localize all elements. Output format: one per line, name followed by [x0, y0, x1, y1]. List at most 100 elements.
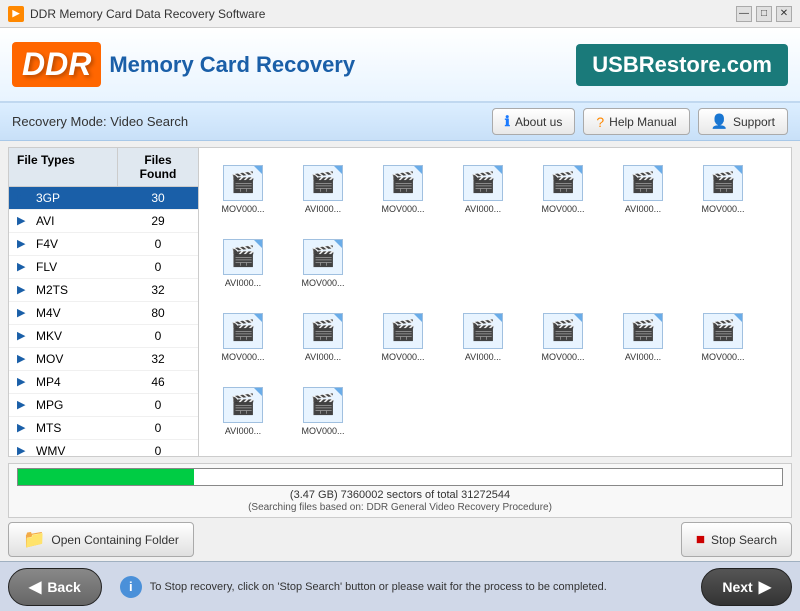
file-thumbnail: 🎬	[303, 165, 343, 201]
col2-header: Files Found	[118, 148, 198, 186]
file-item[interactable]: 🎬 MOV000...	[684, 153, 762, 225]
help-manual-button[interactable]: ? Help Manual	[583, 108, 689, 135]
file-item[interactable]: 🎬 AVI000...	[284, 301, 362, 373]
file-type-name: WMV	[36, 444, 65, 456]
video-file-icon: 🎬	[391, 170, 416, 195]
file-item[interactable]: 🎬 MOV000...	[364, 301, 442, 373]
file-type-row[interactable]: ▶ MOV 32	[9, 348, 198, 371]
file-item[interactable]: 🎬 MOV000...	[364, 153, 442, 225]
logo-text: Memory Card Recovery	[109, 52, 355, 78]
next-label: Next	[722, 579, 752, 595]
file-type-count: 30	[118, 187, 198, 209]
file-type-row[interactable]: ▶ MP4 46	[9, 371, 198, 394]
titlebar-controls: — □ ✕	[736, 6, 792, 22]
file-item[interactable]: 🎬 AVI000...	[284, 153, 362, 225]
recovery-buttons: ℹ About us ? Help Manual 👤 Support	[492, 108, 788, 135]
file-type-count: 32	[118, 348, 198, 370]
file-type-name: M4V	[36, 306, 61, 320]
file-type-row[interactable]: ▶ WMV 0	[9, 440, 198, 456]
file-item[interactable]: 🎬 AVI000...	[444, 449, 522, 456]
file-label: MOV000...	[687, 204, 759, 214]
file-label: MOV000...	[287, 426, 359, 436]
file-type-count: 0	[118, 233, 198, 255]
video-file-icon: 🎬	[231, 244, 256, 269]
file-type-name: MKV	[36, 329, 62, 343]
file-type-row[interactable]: ▶ MKV 0	[9, 325, 198, 348]
grid-row: 🎬 MP4000... 🎬 AVI000... 🎬 MOV000... 🎬 AV…	[203, 448, 787, 456]
file-thumbnail: 🎬	[623, 165, 663, 201]
file-type-row[interactable]: ▶ AVI 29	[9, 210, 198, 233]
file-type-row[interactable]: ▶ M4V 80	[9, 302, 198, 325]
file-item[interactable]: 🎬 AVI000...	[604, 301, 682, 373]
file-label: MOV000...	[207, 204, 279, 214]
file-type-count: 29	[118, 210, 198, 232]
video-file-icon: 🎬	[471, 318, 496, 343]
file-label: MOV000...	[687, 352, 759, 362]
file-grid-panel[interactable]: 🎬 MOV000... 🎬 AVI000... 🎬 MOV000... 🎬 AV…	[199, 148, 791, 456]
stop-search-label: Stop Search	[711, 533, 777, 547]
file-item[interactable]: 🎬 AVI000...	[204, 375, 282, 447]
main-content: File Types Files Found ▶ 3GP 30 ▶ AVI 29…	[8, 147, 792, 457]
about-us-label: About us	[515, 115, 562, 129]
file-label: AVI000...	[207, 426, 279, 436]
file-type-icon: ▶	[17, 352, 31, 366]
video-file-icon: 🎬	[231, 392, 256, 417]
file-type-icon: ▶	[17, 329, 31, 343]
file-item[interactable]: 🎬 AVI000...	[444, 153, 522, 225]
file-type-row[interactable]: ▶ 3GP 30	[9, 187, 198, 210]
file-item[interactable]: 🎬 MOV000...	[364, 449, 442, 456]
file-item[interactable]: 🎬 MOV000...	[524, 301, 602, 373]
file-type-name: AVI	[36, 214, 54, 228]
video-file-icon: 🎬	[231, 170, 256, 195]
file-item[interactable]: 🎬 MOV000...	[524, 449, 602, 456]
maximize-button[interactable]: □	[756, 6, 772, 22]
video-file-icon: 🎬	[231, 318, 256, 343]
minimize-button[interactable]: —	[736, 6, 752, 22]
file-item[interactable]: 🎬 MOV000...	[684, 301, 762, 373]
file-type-icon: ▶	[17, 214, 31, 228]
close-button[interactable]: ✕	[776, 6, 792, 22]
file-item[interactable]: 🎬 AVI000...	[204, 227, 282, 299]
file-label: AVI000...	[447, 204, 519, 214]
file-item[interactable]: 🎬 MOV000...	[204, 153, 282, 225]
video-file-icon: 🎬	[631, 318, 656, 343]
app-icon: ▶	[8, 6, 24, 22]
file-item[interactable]: 🎬 MOV000...	[684, 449, 762, 456]
file-thumbnail: 🎬	[383, 165, 423, 201]
video-file-icon: 🎬	[551, 318, 576, 343]
file-thumbnail: 🎬	[223, 387, 263, 423]
file-item[interactable]: 🎬 MOV000...	[524, 153, 602, 225]
file-item[interactable]: 🎬 AVI000...	[444, 301, 522, 373]
file-item[interactable]: 🎬 AVI000...	[604, 449, 682, 456]
file-type-row[interactable]: ▶ MTS 0	[9, 417, 198, 440]
file-label: MOV000...	[527, 352, 599, 362]
support-button[interactable]: 👤 Support	[698, 108, 788, 135]
file-item[interactable]: 🎬 MOV000...	[284, 375, 362, 447]
stop-search-button[interactable]: ⏹ Stop Search	[681, 522, 792, 557]
file-thumbnail: 🎬	[303, 313, 343, 349]
folder-icon: 📁	[23, 529, 45, 550]
file-type-icon: ▶	[17, 421, 31, 435]
file-thumbnail: 🎬	[703, 165, 743, 201]
file-item[interactable]: 🎬 MOV000...	[204, 301, 282, 373]
file-label: AVI000...	[207, 278, 279, 288]
file-type-icon: ▶	[17, 260, 31, 274]
file-type-row[interactable]: ▶ M2TS 32	[9, 279, 198, 302]
open-folder-button[interactable]: 📁 Open Containing Folder	[8, 522, 194, 557]
file-item[interactable]: 🎬 MOV000...	[284, 227, 362, 299]
about-us-button[interactable]: ℹ About us	[492, 108, 576, 135]
file-type-row[interactable]: ▶ MPG 0	[9, 394, 198, 417]
brand-url[interactable]: USBRestore.com	[576, 44, 788, 86]
file-item[interactable]: 🎬 AVI000...	[284, 449, 362, 456]
file-type-row[interactable]: ▶ FLV 0	[9, 256, 198, 279]
file-type-row[interactable]: ▶ F4V 0	[9, 233, 198, 256]
file-item[interactable]: 🎬 AVI000...	[604, 153, 682, 225]
file-item[interactable]: 🎬 MP4000...	[204, 449, 282, 456]
file-type-icon: ▶	[17, 237, 31, 251]
next-arrow-icon: ▶	[759, 577, 771, 597]
progress-area: (3.47 GB) 7360002 sectors of total 31272…	[8, 463, 792, 518]
info-icon: ℹ	[505, 113, 510, 130]
file-thumbnail: 🎬	[303, 387, 343, 423]
file-label: AVI000...	[287, 204, 359, 214]
logo-area: DDR Memory Card Recovery	[12, 42, 355, 87]
